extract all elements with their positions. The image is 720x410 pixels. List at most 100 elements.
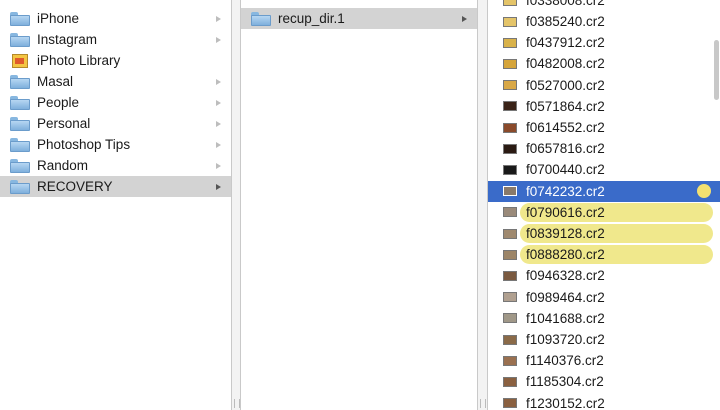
file-item[interactable]: f0888280.cr2 bbox=[488, 244, 720, 265]
file-name: f1041688.cr2 bbox=[526, 310, 605, 326]
folder-icon bbox=[251, 11, 271, 26]
sidebar-item-people[interactable]: People bbox=[0, 92, 231, 113]
disclosure-arrow-icon bbox=[216, 15, 221, 22]
file-thumbnail-icon bbox=[503, 16, 517, 27]
sidebar-item-label: Masal bbox=[37, 74, 74, 89]
file-item[interactable]: f0527000.cr2 bbox=[488, 75, 720, 96]
folder-icon bbox=[10, 74, 30, 89]
file-item[interactable]: f0657816.cr2 bbox=[488, 138, 720, 159]
file-thumbnail-icon bbox=[503, 122, 517, 133]
folder-icon bbox=[10, 179, 30, 194]
disclosure-arrow-icon bbox=[216, 141, 221, 148]
file-item[interactable]: f0437912.cr2 bbox=[488, 32, 720, 53]
file-name: f0385240.cr2 bbox=[526, 14, 605, 29]
sidebar-item-label: iPhoto Library bbox=[37, 53, 121, 68]
file-thumbnail-icon bbox=[503, 143, 517, 154]
sidebar-item-photoshop-tips[interactable]: Photoshop Tips bbox=[0, 134, 231, 155]
sidebar-item-masal[interactable]: Masal bbox=[0, 71, 231, 92]
sidebar-item-label: Personal bbox=[37, 116, 91, 131]
sidebar-item-recovery[interactable]: RECOVERY bbox=[0, 176, 231, 197]
file-item[interactable]: f0700440.cr2 bbox=[488, 159, 720, 180]
folder-item-recup-dir[interactable]: recup_dir.1 bbox=[241, 8, 477, 29]
file-item[interactable]: f0614552.cr2 bbox=[488, 117, 720, 138]
file-thumbnail-icon bbox=[503, 186, 517, 197]
file-name: f0482008.cr2 bbox=[526, 56, 605, 72]
file-name: f0989464.cr2 bbox=[526, 289, 605, 305]
finder-column-folders[interactable]: iPhone Instagram iPhoto Library Masal People… bbox=[0, 0, 232, 410]
photo-library-icon bbox=[12, 53, 28, 68]
file-item[interactable]: f0742232.cr2 bbox=[488, 180, 720, 202]
file-name: f0700440.cr2 bbox=[526, 162, 605, 178]
file-thumbnail-icon bbox=[503, 80, 517, 91]
sidebar-item-instagram[interactable]: Instagram bbox=[0, 29, 231, 50]
file-name: f0338008.cr2 bbox=[526, 0, 605, 8]
sidebar-item-iphoto-library[interactable]: iPhoto Library bbox=[0, 50, 231, 71]
file-name: f0437912.cr2 bbox=[526, 35, 605, 51]
folder-icon bbox=[10, 158, 30, 173]
file-item[interactable]: f0385240.cr2 bbox=[488, 11, 720, 32]
column-divider[interactable] bbox=[478, 0, 487, 410]
file-thumbnail-icon bbox=[503, 58, 517, 69]
sidebar-item-label: Random bbox=[37, 158, 89, 173]
folder-icon bbox=[10, 32, 30, 47]
column-resize-handle[interactable] bbox=[480, 399, 486, 408]
file-thumbnail-icon bbox=[503, 101, 517, 112]
finder-column-files[interactable]: f0338008.cr2 f0385240.cr2 f0437912.cr2 f048… bbox=[487, 0, 720, 410]
file-item[interactable]: f1140376.cr2 bbox=[488, 350, 720, 371]
sidebar-item-label: RECOVERY bbox=[37, 179, 113, 194]
file-item[interactable]: f0989464.cr2 bbox=[488, 287, 720, 308]
sidebar-item-iphone[interactable]: iPhone bbox=[0, 8, 231, 29]
file-thumbnail-icon bbox=[503, 292, 517, 303]
disclosure-arrow-icon bbox=[216, 162, 221, 169]
file-thumbnail-icon bbox=[503, 355, 517, 366]
file-thumbnail-icon bbox=[503, 313, 517, 324]
sidebar-item-label: Instagram bbox=[37, 32, 98, 47]
sidebar-item-personal[interactable]: Personal bbox=[0, 113, 231, 134]
file-name: f0790616.cr2 bbox=[526, 204, 605, 220]
file-name: f0527000.cr2 bbox=[526, 77, 605, 93]
disclosure-arrow-icon bbox=[216, 120, 221, 127]
file-thumbnail-icon bbox=[503, 164, 517, 175]
finder-column-recovery[interactable]: recup_dir.1 bbox=[240, 0, 478, 410]
file-item[interactable]: f1041688.cr2 bbox=[488, 308, 720, 329]
file-item[interactable]: f1093720.cr2 bbox=[488, 329, 720, 350]
sidebar-item-random[interactable]: Random bbox=[0, 155, 231, 176]
file-item[interactable]: f0482008.cr2 bbox=[488, 53, 720, 74]
file-item[interactable]: f1230152.cr2 bbox=[488, 393, 720, 410]
file-item[interactable]: f0790616.cr2 bbox=[488, 202, 720, 223]
file-name: f0839128.cr2 bbox=[526, 226, 605, 241]
file-item[interactable]: f0338008.cr2 bbox=[488, 0, 720, 11]
column-divider[interactable] bbox=[232, 0, 240, 410]
file-thumbnail-icon bbox=[503, 270, 517, 281]
file-thumbnail-icon bbox=[503, 207, 517, 218]
file-name: f0742232.cr2 bbox=[526, 183, 605, 199]
sidebar-item-label: Photoshop Tips bbox=[37, 137, 131, 152]
file-thumbnail-icon bbox=[503, 398, 517, 409]
disclosure-arrow-icon bbox=[216, 36, 221, 43]
file-thumbnail-icon bbox=[503, 0, 517, 6]
file-thumbnail-icon bbox=[503, 37, 517, 48]
file-name: f1185304.cr2 bbox=[526, 374, 604, 390]
file-name: f0614552.cr2 bbox=[526, 120, 605, 135]
disclosure-arrow-icon bbox=[216, 183, 221, 190]
folder-item-label: recup_dir.1 bbox=[278, 11, 345, 26]
folder-icon bbox=[10, 116, 30, 131]
file-thumbnail-icon bbox=[503, 376, 517, 387]
label-color-dot-icon bbox=[697, 184, 711, 199]
disclosure-arrow-icon bbox=[462, 15, 467, 22]
file-thumbnail-icon bbox=[503, 249, 517, 260]
file-name: f0571864.cr2 bbox=[526, 98, 605, 114]
column-resize-handle[interactable] bbox=[234, 399, 240, 408]
file-name: f1230152.cr2 bbox=[526, 395, 605, 410]
file-thumbnail-icon bbox=[503, 228, 517, 239]
sidebar-item-label: iPhone bbox=[37, 11, 80, 26]
file-item[interactable]: f0839128.cr2 bbox=[488, 223, 720, 244]
file-item[interactable]: f0946328.cr2 bbox=[488, 265, 720, 286]
file-item[interactable]: f0571864.cr2 bbox=[488, 96, 720, 117]
disclosure-arrow-icon bbox=[216, 78, 221, 85]
file-name: f0946328.cr2 bbox=[526, 268, 605, 284]
file-thumbnail-icon bbox=[503, 334, 517, 345]
file-name: f0888280.cr2 bbox=[526, 247, 605, 263]
folder-icon bbox=[10, 95, 30, 110]
file-item[interactable]: f1185304.cr2 bbox=[488, 371, 720, 392]
